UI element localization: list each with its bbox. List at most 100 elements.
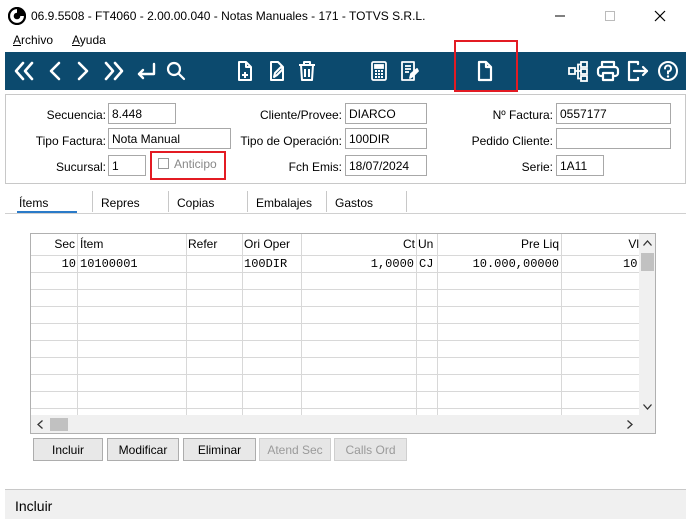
tipo-operacion-label: Tipo de Operación:: [240, 134, 342, 148]
serie-field[interactable]: 1A11: [556, 155, 604, 176]
nfactura-label: Nº Factura:: [492, 108, 553, 122]
menu-archivo[interactable]: Archivo: [13, 33, 53, 47]
grid-row-divider: [31, 357, 640, 358]
window-title: 06.9.5508 - FT4060 - 2.00.00.040 - Notas…: [31, 9, 426, 23]
horizontal-scroll-thumb[interactable]: [50, 418, 68, 431]
horizontal-scrollbar[interactable]: [31, 415, 655, 433]
minimize-button[interactable]: [537, 0, 583, 32]
cell-ct: 1,0000: [370, 257, 414, 271]
print-icon[interactable]: [595, 52, 621, 90]
scroll-up-icon[interactable]: [639, 234, 655, 251]
grid-row-divider: [31, 323, 640, 324]
secuencia-label: Secuencia:: [46, 108, 106, 122]
tab-copias[interactable]: Copias: [177, 196, 214, 210]
pedido-cliente-field[interactable]: [556, 128, 671, 149]
return-icon[interactable]: [133, 52, 159, 90]
menu-bar: Archivo Ayuda: [0, 32, 687, 50]
tab-separator: [92, 191, 93, 212]
col-header-vl[interactable]: Vl: [563, 234, 639, 255]
status-bar: Incluir: [5, 489, 686, 519]
incluir-button[interactable]: Incluir: [33, 438, 103, 461]
cell-ori-oper: 100DIR: [244, 257, 288, 271]
tab-repres[interactable]: Repres: [101, 196, 140, 210]
delete-icon[interactable]: [295, 52, 319, 90]
new-document-icon[interactable]: [233, 52, 257, 90]
eliminar-button[interactable]: Eliminar: [183, 438, 256, 461]
menu-archivo-mnemonic: A: [13, 33, 22, 47]
toolbar: [5, 52, 686, 90]
tipo-factura-label: Tipo Factura:: [35, 134, 106, 148]
scroll-left-icon[interactable]: [31, 415, 48, 433]
col-header-refer[interactable]: Refer: [188, 234, 217, 255]
anticipo-highlight: [150, 151, 226, 180]
app-logo-icon: [7, 6, 27, 26]
pedido-cliente-label: Pedido Cliente:: [471, 134, 553, 148]
calculator-icon[interactable]: [367, 52, 391, 90]
grid-row-divider: [31, 391, 640, 392]
last-record-icon[interactable]: [99, 52, 129, 90]
cell-sec: 10: [61, 257, 76, 271]
sucursal-field[interactable]: 1: [108, 155, 146, 176]
status-text: Incluir: [15, 498, 53, 514]
sucursal-label: Sucursal:: [55, 160, 106, 174]
tab-separator: [326, 191, 327, 212]
tab-separator: [406, 191, 407, 212]
serie-label: Serie:: [521, 160, 553, 174]
col-header-ct[interactable]: Ct: [303, 234, 415, 255]
maximize-button[interactable]: [587, 0, 633, 32]
tab-items[interactable]: Ítems: [19, 196, 48, 210]
previous-record-icon[interactable]: [43, 52, 67, 90]
vertical-scroll-thumb[interactable]: [641, 253, 654, 271]
vertical-scrollbar[interactable]: [639, 234, 655, 415]
menu-archivo-label: rchivo: [21, 33, 54, 47]
tipo-factura-field[interactable]: Nota Manual: [108, 128, 231, 149]
col-header-sec[interactable]: Sec: [35, 234, 75, 255]
tab-embalajes[interactable]: Embalajes: [256, 196, 312, 210]
search-icon[interactable]: [163, 52, 189, 90]
col-header-pre-liq[interactable]: Pre Liq: [439, 234, 559, 255]
grid-row-divider: [31, 340, 640, 341]
nfactura-field[interactable]: 0557177: [556, 103, 671, 124]
cell-vl: 10: [623, 257, 638, 271]
tab-separator: [247, 191, 248, 212]
menu-ayuda[interactable]: Ayuda: [72, 33, 106, 47]
items-grid[interactable]: Sec Ítem Refer Ori Oper Ct Un Pre Liq Vl…: [30, 233, 656, 434]
menu-ayuda-label: yuda: [79, 33, 106, 47]
fch-emis-label: Fch Emis:: [288, 160, 342, 174]
hierarchy-icon[interactable]: [565, 52, 591, 90]
close-button[interactable]: [637, 0, 683, 32]
exit-icon[interactable]: [625, 52, 651, 90]
first-record-icon[interactable]: [9, 52, 39, 90]
grid-row-divider: [31, 306, 640, 307]
table-row[interactable]: 10 10100001 100DIR 1,0000 CJ 10.000,0000…: [31, 255, 639, 272]
grid-row-divider: [31, 374, 640, 375]
grid-row-divider: [31, 272, 640, 273]
menu-ayuda-mnemonic: A: [72, 33, 80, 47]
cell-pre-liq: 10.000,00000: [472, 257, 559, 271]
scroll-right-icon[interactable]: [621, 415, 638, 433]
grid-row-divider: [31, 289, 640, 290]
cell-item: 10100001: [80, 257, 138, 271]
new-button-highlight: [454, 40, 518, 92]
atend-sec-button[interactable]: Atend Sec: [259, 438, 331, 461]
tipo-operacion-field[interactable]: 100DIR: [345, 128, 427, 149]
cliente-field[interactable]: DIARCO: [345, 103, 427, 124]
tab-separator: [168, 191, 169, 212]
col-header-item[interactable]: Ítem: [80, 234, 103, 255]
modificar-button[interactable]: Modificar: [107, 438, 179, 461]
secuencia-field[interactable]: 8.448: [108, 103, 176, 124]
cell-un: CJ: [419, 257, 434, 271]
title-bar: 06.9.5508 - FT4060 - 2.00.00.040 - Notas…: [0, 0, 687, 32]
grid-row-divider: [31, 408, 640, 409]
calls-ord-button[interactable]: Calls Ord: [334, 438, 407, 461]
col-header-un[interactable]: Un: [418, 234, 433, 255]
cliente-label: Cliente/Provee:: [259, 108, 342, 122]
edit-document-icon[interactable]: [265, 52, 289, 90]
report-icon[interactable]: [397, 52, 421, 90]
next-record-icon[interactable]: [71, 52, 95, 90]
help-icon[interactable]: [655, 52, 681, 90]
fch-emis-field[interactable]: 18/07/2024: [345, 155, 427, 176]
col-header-ori-oper[interactable]: Ori Oper: [244, 234, 290, 255]
scroll-down-icon[interactable]: [639, 398, 655, 415]
tab-gastos[interactable]: Gastos: [335, 196, 373, 210]
